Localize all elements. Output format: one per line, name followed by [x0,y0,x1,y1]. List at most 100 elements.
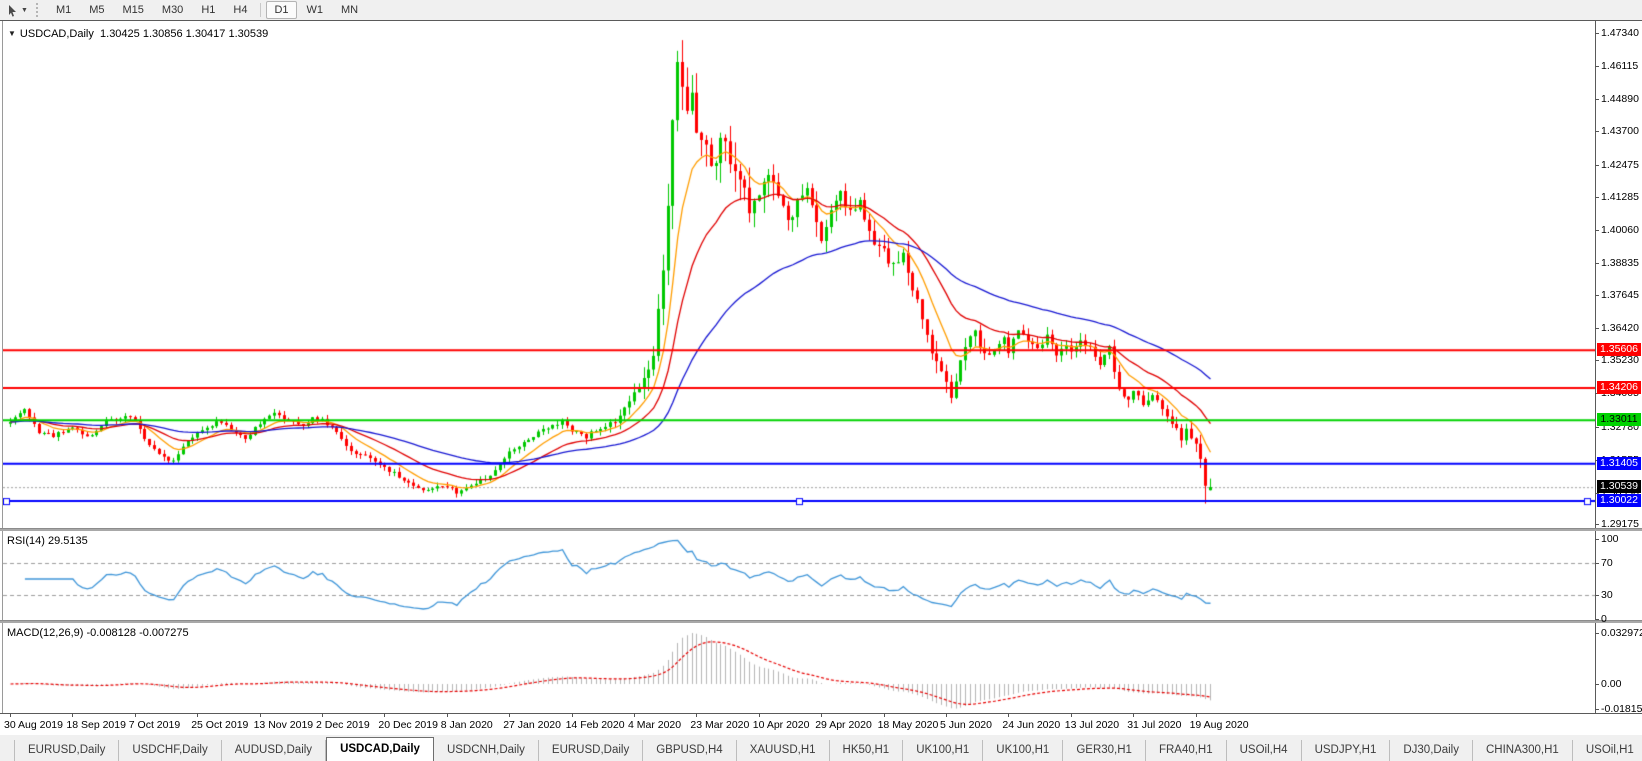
date-axis-tick [821,713,823,717]
rsi-axis-tick [1595,619,1599,620]
macd-pane-canvas[interactable] [3,624,1595,712]
mt4-terminal: ▼ M1 M5 M15 M30 H1 H4 D1 W1 MN ▼ USDCAD,D… [0,0,1642,761]
price-axis-label: 1.36420 [1601,322,1639,335]
date-axis-label: 27 Jan 2020 [503,719,561,731]
date-axis-tick [758,713,760,717]
tf-button-m5[interactable]: M5 [81,1,112,19]
date-axis-label: 8 Jan 2020 [440,719,493,731]
tab-usoil-h1[interactable]: USOil,H1 [1573,740,1642,761]
chart-tab-bar: EURUSD,Daily USDCHF,Daily AUDUSD,Daily U… [0,735,1642,761]
tab-usoil-h4[interactable]: USOil,H4 [1227,740,1302,761]
tab-eurusd-daily-2[interactable]: EURUSD,Daily [539,740,644,761]
chart-symbol: USDCAD,Daily [19,28,94,40]
tab-usdcnh-daily[interactable]: USDCNH,Daily [434,740,539,761]
price-axis-label: 1.44890 [1601,93,1639,106]
chart-left-border [2,21,3,713]
chevron-down-icon[interactable]: ▼ [21,7,28,14]
date-axis-label: 18 Sep 2019 [66,719,126,731]
tab-hk50-h1[interactable]: HK50,H1 [830,740,904,761]
price-axis-border [1595,21,1596,713]
crosshair-cursor-button[interactable]: ▼ [3,3,31,18]
chart-title: ▼ USDCAD,Daily 1.30425 1.30856 1.30417 1.… [8,28,268,40]
tab-uk100-h1-2[interactable]: UK100,H1 [983,740,1064,761]
rsi-indicator-label: RSI(14) 29.5135 [7,535,88,547]
rsi-axis-label: 70 [1601,557,1613,569]
macd-indicator-label: MACD(12,26,9) -0.008128 -0.007275 [7,627,189,639]
tab-xauusd-h1[interactable]: XAUUSD,H1 [737,740,830,761]
toolbar-grip [35,3,41,17]
tab-uk100-h1[interactable]: UK100,H1 [903,740,984,761]
macd-axis-label: 0.00 [1601,678,1622,690]
date-axis-label: 13 Jul 2020 [1064,719,1120,731]
price-axis-label: 1.46115 [1601,60,1639,73]
price-axis-tick [1595,164,1599,166]
tab-gbpusd-h4[interactable]: GBPUSD,H4 [643,740,737,761]
date-axis-label: 30 Aug 2019 [4,719,63,731]
tab-usdcad-daily[interactable]: USDCAD,Daily [326,737,434,761]
tf-button-m1[interactable]: M1 [48,1,79,19]
chart-window: ▼ USDCAD,Daily 1.30425 1.30856 1.30417 1.… [0,20,1642,736]
pane-splitter-macd[interactable] [0,620,1642,623]
rsi-axis-tick [1595,595,1599,596]
tf-button-d1[interactable]: D1 [266,1,297,19]
pane-splitter-rsi[interactable] [0,528,1642,531]
tab-usdchf-daily[interactable]: USDCHF,Daily [119,740,222,761]
tf-button-h4[interactable]: H4 [225,1,255,19]
rsi-axis-label: 0 [1601,613,1607,625]
current-price-badge: 1.30539 [1597,480,1641,494]
tf-button-m30[interactable]: M30 [154,1,191,19]
price-axis-tick [1595,328,1599,330]
price-axis-tick [1595,262,1599,264]
rsi-axis-tick [1595,563,1599,564]
timeframe-toolbar: ▼ M1 M5 M15 M30 H1 H4 D1 W1 MN [0,0,1642,21]
date-axis-tick [259,713,261,717]
tf-button-mn[interactable]: MN [333,1,366,19]
macd-axis-tick [1595,709,1599,710]
rsi-value: 29.5135 [47,535,88,547]
price-level-badge: 1.31405 [1597,456,1641,470]
tf-button-w1[interactable]: W1 [299,1,332,19]
rsi-axis-label: 30 [1601,589,1613,601]
tab-dj30-daily[interactable]: DJ30,Daily [1390,740,1473,761]
price-level-badge: 1.33011 [1597,413,1641,427]
price-axis-label: 1.38835 [1601,256,1639,269]
tab-usdjpy-h1[interactable]: USDJPY,H1 [1302,740,1391,761]
price-axis-label: 1.40060 [1601,223,1639,236]
price-axis-tick [1595,523,1599,525]
date-axis-tick [634,713,635,717]
date-axis-tick [696,713,698,717]
price-axis-tick [1595,131,1599,133]
tab-eurusd-daily[interactable]: EURUSD,Daily [14,740,120,761]
date-axis-label: 29 Apr 2020 [815,719,872,731]
date-axis-tick [72,713,74,717]
tab-ger30-h1[interactable]: GER30,H1 [1063,740,1146,761]
date-axis-tick [10,713,11,717]
tab-fra40-h1[interactable]: FRA40,H1 [1146,740,1227,761]
chevron-down-icon[interactable]: ▼ [8,29,16,38]
macd-axis-tick [1595,684,1599,685]
date-axis-tick [446,713,448,717]
rsi-pane-canvas[interactable] [3,532,1595,620]
tab-china300-h1[interactable]: CHINA300,H1 [1473,740,1573,761]
price-axis-tick [1595,33,1599,34]
tab-audusd-daily[interactable]: AUDUSD,Daily [222,740,327,761]
tf-button-m15[interactable]: M15 [115,1,152,19]
macd-values: -0.008128 -0.007275 [86,627,189,639]
tf-button-h1[interactable]: H1 [193,1,223,19]
price-axis-tick [1595,360,1599,362]
price-chart-canvas[interactable] [3,26,1595,528]
date-axis-label: 25 Oct 2019 [191,719,249,731]
date-axis-tick [509,713,511,717]
macd-axis-label: 0.032972 [1601,627,1642,640]
price-axis-tick [1595,196,1599,198]
date-axis-label: 24 Jun 2020 [1002,719,1061,731]
cursor-icon [9,4,16,17]
date-axis-label: 23 Mar 2020 [690,719,750,731]
date-axis-label: 20 Dec 2019 [378,719,438,731]
price-axis-tick [1595,295,1599,297]
date-axis-label: 5 Jun 2020 [940,719,992,731]
date-axis-label: 4 Mar 2020 [628,719,682,731]
date-axis-label: 7 Oct 2019 [128,719,181,731]
chart-ohlc-values: 1.30425 1.30856 1.30417 1.30539 [100,28,269,40]
date-axis-tick [1008,713,1010,717]
